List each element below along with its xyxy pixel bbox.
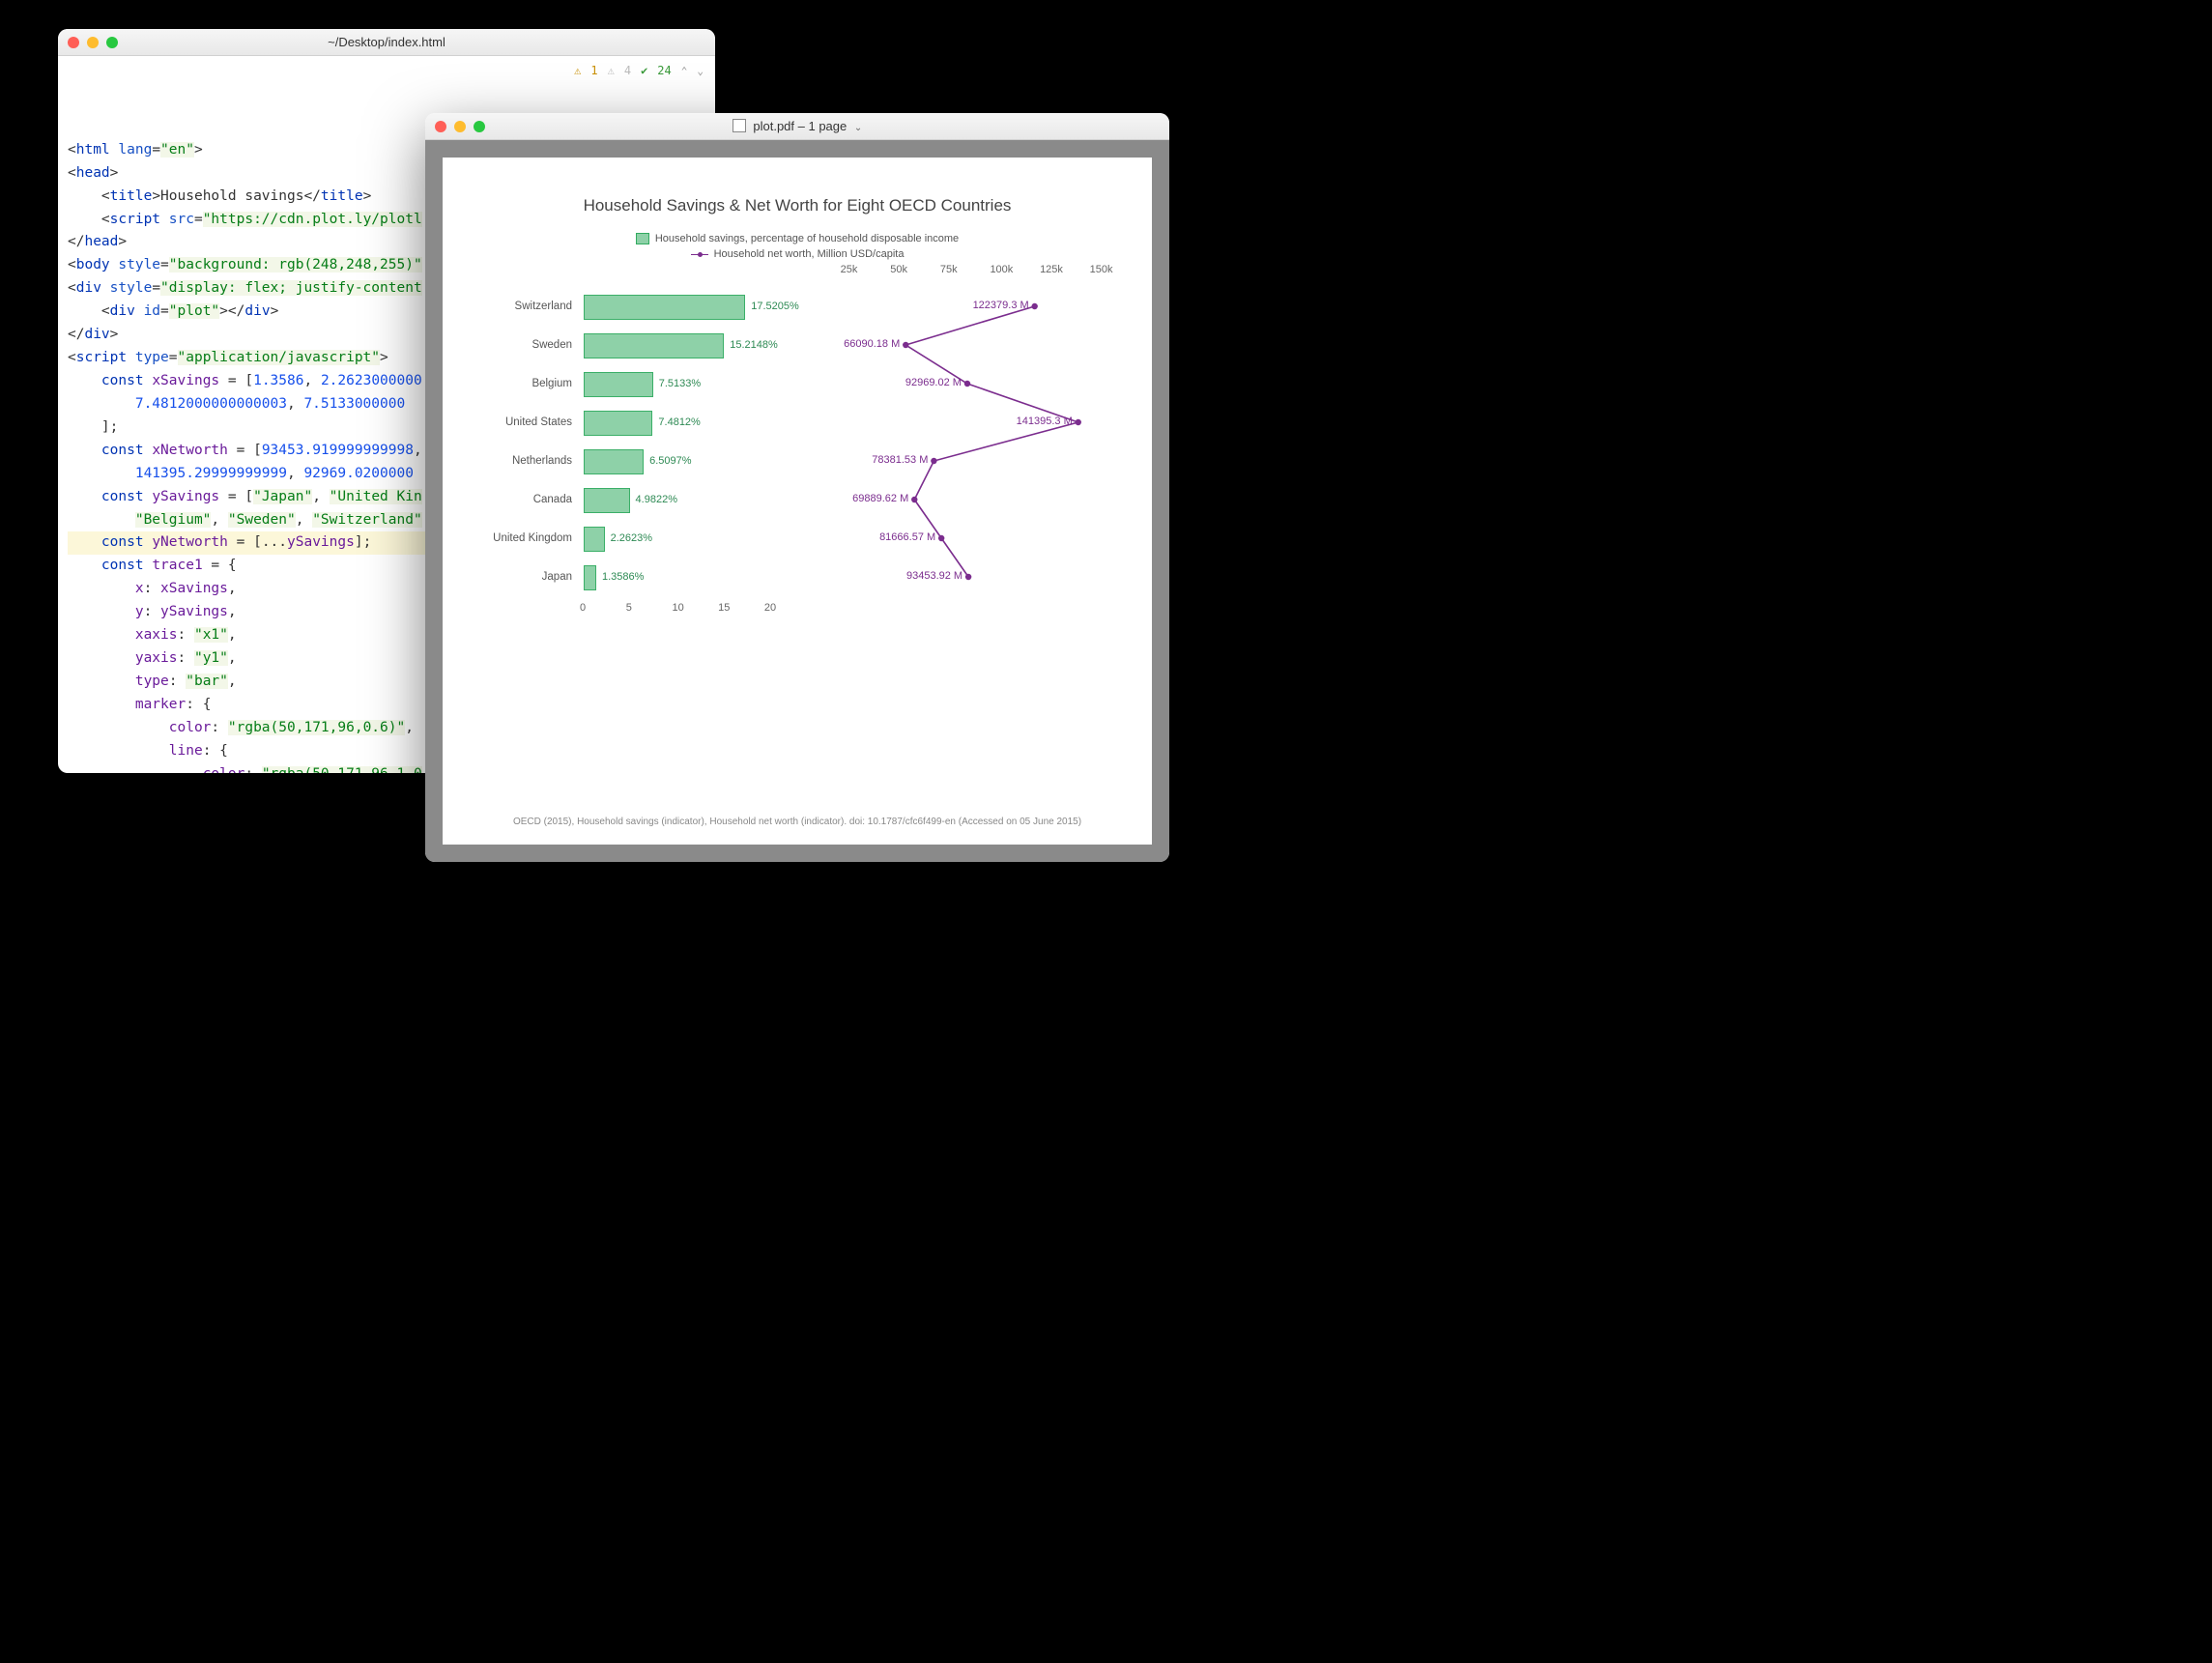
legend-item-savings: Household savings, percentage of househo…: [636, 233, 959, 244]
legend-label: Household net worth, Million USD/capita: [714, 248, 905, 260]
pdf-viewport[interactable]: Household Savings & Net Worth for Eight …: [425, 140, 1169, 862]
document-icon: [733, 119, 746, 132]
legend-swatch-icon: [636, 233, 649, 244]
pdf-window: plot.pdf – 1 page ⌄ Household Savings & …: [425, 113, 1169, 862]
pdf-page: Household Savings & Net Worth for Eight …: [443, 158, 1152, 845]
warning-count: 1: [590, 62, 597, 81]
weak-warning-count: 4: [624, 62, 631, 81]
chart-title: Household Savings & Net Worth for Eight …: [472, 196, 1123, 215]
legend-item-networth: Household net worth, Million USD/capita: [691, 248, 905, 260]
chart-plot-area: 25k50k75k100k125k150kSwitzerland17.5205%…: [472, 270, 1123, 617]
pdf-titlebar[interactable]: plot.pdf – 1 page ⌄: [425, 113, 1169, 140]
warning-icon: ⚠: [574, 62, 581, 81]
pdf-title[interactable]: plot.pdf – 1 page ⌄: [425, 119, 1169, 133]
traffic-lights: [435, 121, 485, 132]
zoom-icon[interactable]: [106, 37, 118, 48]
close-icon[interactable]: [68, 37, 79, 48]
typo-count: 24: [657, 62, 671, 81]
traffic-lights: [68, 37, 118, 48]
prev-highlight-icon[interactable]: ⌃: [681, 63, 688, 80]
pdf-title-text: plot.pdf – 1 page: [753, 119, 847, 133]
next-highlight-icon[interactable]: ⌄: [697, 63, 704, 80]
zoom-icon[interactable]: [474, 121, 485, 132]
chart-legend: Household savings, percentage of househo…: [472, 233, 1123, 260]
minimize-icon[interactable]: [454, 121, 466, 132]
minimize-icon[interactable]: [87, 37, 99, 48]
inspection-status[interactable]: ⚠ 1 ⚠ 4 ✔ 24 ⌃ ⌄: [574, 62, 704, 81]
editor-titlebar[interactable]: ~/Desktop/index.html: [58, 29, 715, 56]
editor-title: ~/Desktop/index.html: [58, 35, 715, 49]
chart-footnote: OECD (2015), Household savings (indicato…: [443, 817, 1152, 827]
legend-label: Household savings, percentage of househo…: [655, 233, 959, 244]
chevron-down-icon[interactable]: ⌄: [854, 123, 862, 133]
typo-icon: ✔: [641, 62, 647, 81]
networth-line: [472, 270, 1148, 656]
weak-warning-icon: ⚠: [608, 62, 615, 81]
close-icon[interactable]: [435, 121, 446, 132]
legend-line-icon: [691, 254, 708, 255]
